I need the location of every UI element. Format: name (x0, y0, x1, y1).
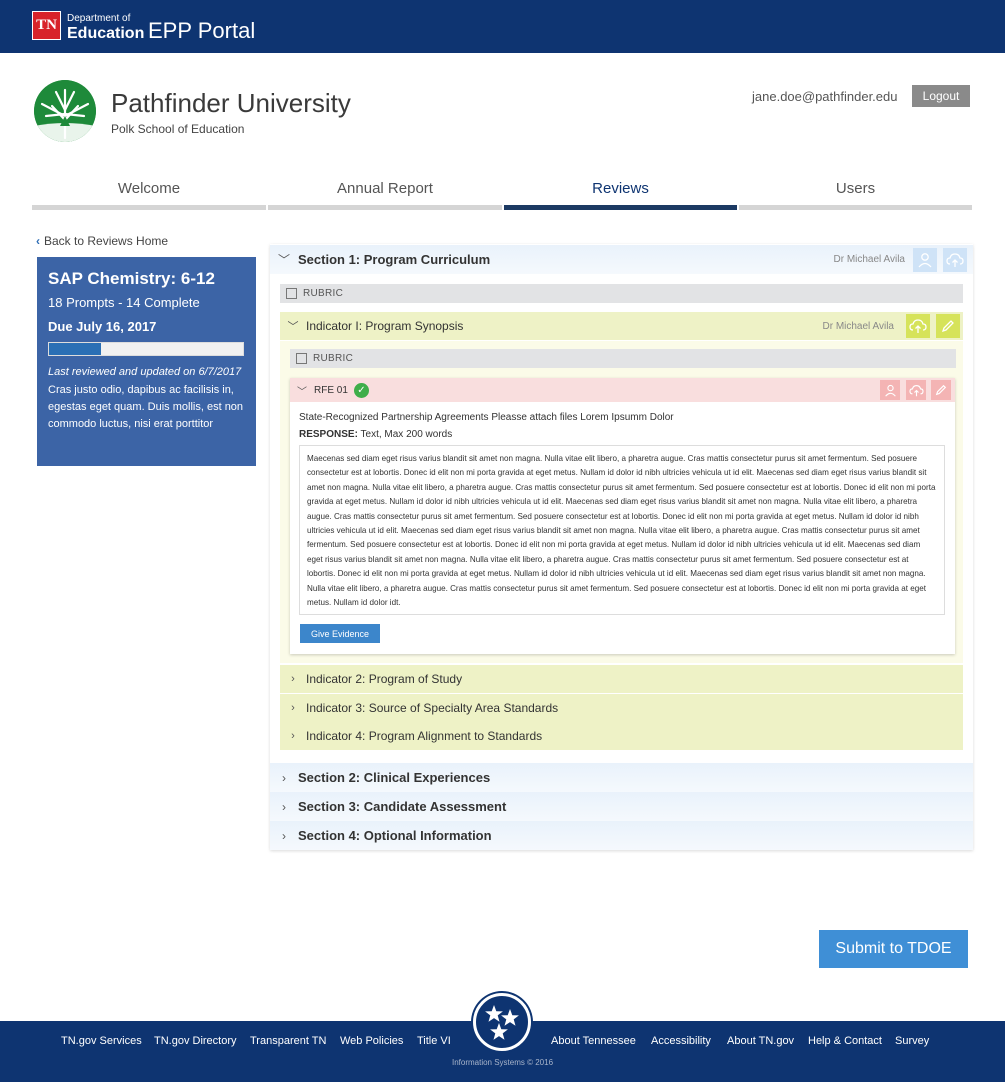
indicator-4-title: Indicator 4: Program Alignment to Standa… (306, 729, 543, 743)
school-name: Polk School of Education (111, 122, 245, 136)
tab-users[interactable]: Users (739, 176, 972, 210)
response-spec: RESPONSE: Text, Max 200 words (299, 429, 452, 440)
footer-link-transparent[interactable]: Transparent TN (250, 1035, 326, 1047)
indicator-2-title: Indicator 2: Program of Study (306, 672, 463, 686)
footer-link-survey[interactable]: Survey (895, 1035, 929, 1047)
cloud-upload-icon[interactable] (906, 314, 930, 338)
footer-link-web-policies[interactable]: Web Policies (340, 1035, 403, 1047)
prompt-count: 18 Prompts - 14 Complete (48, 295, 200, 310)
university-name: Pathfinder University (111, 88, 351, 118)
response-limit: Text, Max 200 words (360, 429, 453, 440)
assign-user-icon[interactable] (913, 248, 937, 272)
complete-check-icon: ✓ (353, 382, 369, 398)
footer-link-title-vi[interactable]: Title VI (417, 1035, 451, 1047)
pencil-edit-icon[interactable] (931, 380, 951, 400)
portal-title[interactable]: EPP Portal (148, 18, 255, 44)
section-3-header[interactable]: › Section 3: Candidate Assessment (270, 792, 973, 821)
rubric-label: RUBRIC (313, 353, 354, 364)
indicator-1-header[interactable]: ﹀ Indicator I: Program Synopsis Dr Micha… (280, 312, 963, 340)
section-1-reviewer: Dr Michael Avila (833, 254, 905, 265)
last-updated: Last reviewed and updated on 6/7/2017 (48, 366, 242, 378)
rfe-card: ﹀ RFE 01 ✓ State-Recognized Partnership … (290, 378, 955, 654)
assign-user-icon[interactable] (880, 380, 900, 400)
indicator-2-header[interactable]: › Indicator 2: Program of Study (280, 665, 963, 693)
response-label: RESPONSE: (299, 429, 358, 440)
chevron-down-icon: ﹀ (287, 321, 299, 333)
indicator-3-title: Indicator 3: Source of Specialty Area St… (306, 701, 559, 715)
indicator-4-header[interactable]: › Indicator 4: Program Alignment to Stan… (280, 722, 963, 750)
response-text[interactable]: Maecenas sed diam eget risus varius blan… (299, 445, 945, 615)
back-link-label: Back to Reviews Home (44, 234, 169, 248)
footer-link-help[interactable]: Help & Contact (808, 1035, 882, 1047)
footer-link-accessibility[interactable]: Accessibility (651, 1035, 711, 1047)
chevron-right-icon: › (291, 673, 295, 685)
section-4-title: Section 4: Optional Information (298, 828, 492, 843)
give-evidence-button[interactable]: Give Evidence (300, 624, 380, 643)
tab-reviews[interactable]: Reviews (504, 176, 737, 210)
rubric-label: RUBRIC (303, 288, 344, 299)
chevron-right-icon: › (282, 770, 286, 785)
chevron-down-icon: ﹀ (277, 253, 290, 267)
due-date: Due July 16, 2017 (48, 319, 157, 334)
section-1-title: Section 1: Program Curriculum (298, 252, 491, 267)
pencil-edit-icon[interactable] (936, 314, 960, 338)
section-4-header[interactable]: › Section 4: Optional Information (270, 821, 973, 850)
indicator-rubric-toggle[interactable]: RUBRIC (290, 349, 956, 368)
top-header: TN Department of Education EPP Portal (0, 0, 1005, 53)
tri-star-emblem-icon (473, 993, 531, 1051)
footer-link-services[interactable]: TN.gov Services (61, 1035, 142, 1047)
rfe-title: RFE 01 (314, 384, 348, 396)
chevron-right-icon: › (282, 799, 286, 814)
rfe-header[interactable]: ﹀ RFE 01 ✓ (290, 378, 955, 402)
progress-fill (49, 343, 102, 355)
footer-link-about-tngov[interactable]: About TN.gov (727, 1035, 794, 1047)
section-2-header[interactable]: › Section 2: Clinical Experiences (270, 763, 973, 792)
logout-button[interactable]: Logout (912, 85, 970, 107)
dept-line-1: Department of (67, 13, 131, 24)
section-rubric-toggle[interactable]: RUBRIC (280, 284, 963, 303)
section-1-header[interactable]: ﹀ Section 1: Program Curriculum Dr Micha… (270, 245, 973, 274)
chevron-left-icon: ‹ (36, 234, 40, 248)
back-to-reviews-link[interactable]: ‹ Back to Reviews Home (36, 234, 168, 248)
cloud-upload-icon[interactable] (906, 380, 926, 400)
user-email: jane.doe@pathfinder.edu (752, 89, 898, 104)
cloud-upload-icon[interactable] (943, 248, 967, 272)
chevron-right-icon: › (291, 702, 295, 714)
dept-line-2: Education (67, 25, 145, 42)
footer-link-about-tn[interactable]: About Tennessee (551, 1035, 636, 1047)
footer-copyright: Information Systems © 2016 (451, 1058, 554, 1067)
review-accordion: ﹀ Section 1: Program Curriculum Dr Micha… (270, 244, 973, 850)
program-title: SAP Chemistry: 6-12 (48, 269, 215, 288)
section-2-title: Section 2: Clinical Experiences (298, 770, 491, 785)
footer-link-directory[interactable]: TN.gov Directory (154, 1035, 237, 1047)
program-summary-card: SAP Chemistry: 6-12 18 Prompts - 14 Comp… (37, 257, 256, 466)
progress-bar (48, 342, 244, 356)
university-tree-logo (34, 80, 96, 142)
tn-logo[interactable]: TN (32, 11, 61, 40)
indicator-1-title: Indicator I: Program Synopsis (306, 319, 464, 333)
rfe-prompt: State-Recognized Partnership Agreements … (299, 412, 674, 423)
chevron-right-icon: › (291, 730, 295, 742)
tab-welcome[interactable]: Welcome (32, 176, 266, 210)
chevron-down-icon: ﹀ (297, 386, 307, 398)
tab-annual-report[interactable]: Annual Report (268, 176, 502, 210)
indicator-3-header[interactable]: › Indicator 3: Source of Specialty Area … (280, 694, 963, 722)
rubric-icon (296, 353, 307, 364)
rubric-icon (286, 288, 297, 299)
chevron-right-icon: › (282, 828, 286, 843)
indicator-1-reviewer: Dr Michael Avila (822, 320, 894, 332)
program-description: Cras justo odio, dapibus ac facilisis in… (48, 384, 244, 430)
section-3-title: Section 3: Candidate Assessment (298, 799, 507, 814)
submit-to-tdoe-button[interactable]: Submit to TDOE (819, 930, 968, 968)
